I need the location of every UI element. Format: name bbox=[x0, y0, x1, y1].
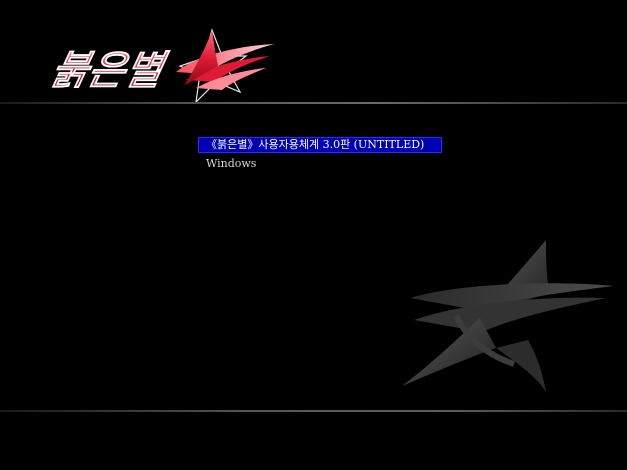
red-star-logo: 붉은별 bbox=[46, 28, 274, 104]
bottom-divider bbox=[0, 410, 627, 412]
boot-entry-red-star[interactable]: 《붉은별》사용자용체계 3.0판 (UNTITLED) bbox=[198, 137, 442, 153]
red-star-emblem-icon bbox=[176, 28, 274, 104]
star-emblem-watermark-icon bbox=[402, 240, 614, 392]
boot-menu: 《붉은별》사용자용체계 3.0판 (UNTITLED) Windows bbox=[198, 137, 442, 172]
boot-entry-windows[interactable]: Windows bbox=[198, 156, 442, 172]
logo-wordmark: 붉은별 bbox=[47, 46, 172, 93]
boot-screen: 붉은별 《붉은별》사용자용체계 3.0판 (UNTITLED) Windows bbox=[0, 0, 627, 470]
top-divider bbox=[0, 102, 627, 104]
